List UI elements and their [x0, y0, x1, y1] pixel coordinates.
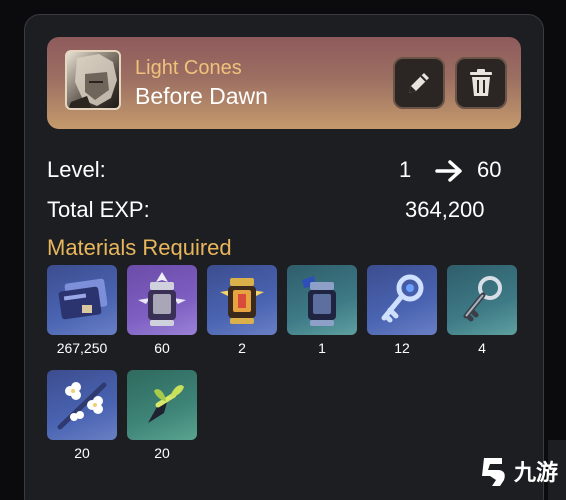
- lantern-gold-icon: [220, 278, 264, 324]
- level-from: 1: [399, 157, 412, 182]
- flower-branch-icon: [57, 382, 107, 430]
- watermark-text: 九游: [514, 460, 559, 485]
- edit-button[interactable]: [393, 57, 445, 109]
- material-item[interactable]: 4: [447, 265, 517, 356]
- lantern-purple-icon: [138, 272, 186, 326]
- material-item[interactable]: 2: [207, 265, 277, 356]
- material-count: 20: [154, 445, 170, 461]
- sprout-icon: [148, 385, 184, 423]
- light-cone-panel: Light Cones Before Dawn Level: 1 60 Tota…: [24, 14, 544, 500]
- material-item[interactable]: 12: [367, 265, 437, 356]
- material-count: 267,250: [56, 340, 108, 356]
- total-exp-value: 364,200: [405, 197, 485, 222]
- material-count: 60: [154, 340, 170, 356]
- material-count: 1: [318, 340, 326, 356]
- nine-game-logo-icon: [482, 458, 505, 486]
- material-item[interactable]: 1: [287, 265, 357, 356]
- light-cone-label: Light Cones: [135, 57, 242, 79]
- lantern-blue-icon: [302, 276, 336, 326]
- material-count: 2: [238, 340, 246, 356]
- materials-title: Materials Required: [47, 235, 232, 260]
- material-item[interactable]: 60: [127, 265, 197, 356]
- delete-button[interactable]: [455, 57, 507, 109]
- material-item[interactable]: 20: [127, 370, 197, 461]
- level-label: Level:: [47, 157, 106, 182]
- arrow-right-icon: [435, 160, 462, 182]
- light-cone-header: Light Cones Before Dawn: [47, 37, 521, 129]
- watermark: 九游: [476, 454, 558, 488]
- material-item[interactable]: 20: [47, 370, 117, 461]
- material-count: 20: [74, 445, 90, 461]
- key-blue-icon: [381, 274, 424, 323]
- level-to: 60: [477, 157, 502, 182]
- character-portrait-icon: [68, 54, 117, 108]
- light-cone-name: Before Dawn: [135, 83, 268, 109]
- total-exp-label: Total EXP:: [47, 197, 150, 222]
- trash-icon: [470, 69, 492, 96]
- material-count: 4: [478, 340, 486, 356]
- key-silver-icon: [463, 276, 502, 322]
- material-item[interactable]: 267,250: [47, 265, 117, 356]
- light-cone-avatar: [65, 50, 121, 110]
- exp-material-card-icon: [58, 278, 108, 320]
- material-count: 12: [394, 340, 410, 356]
- pencil-icon: [409, 73, 429, 93]
